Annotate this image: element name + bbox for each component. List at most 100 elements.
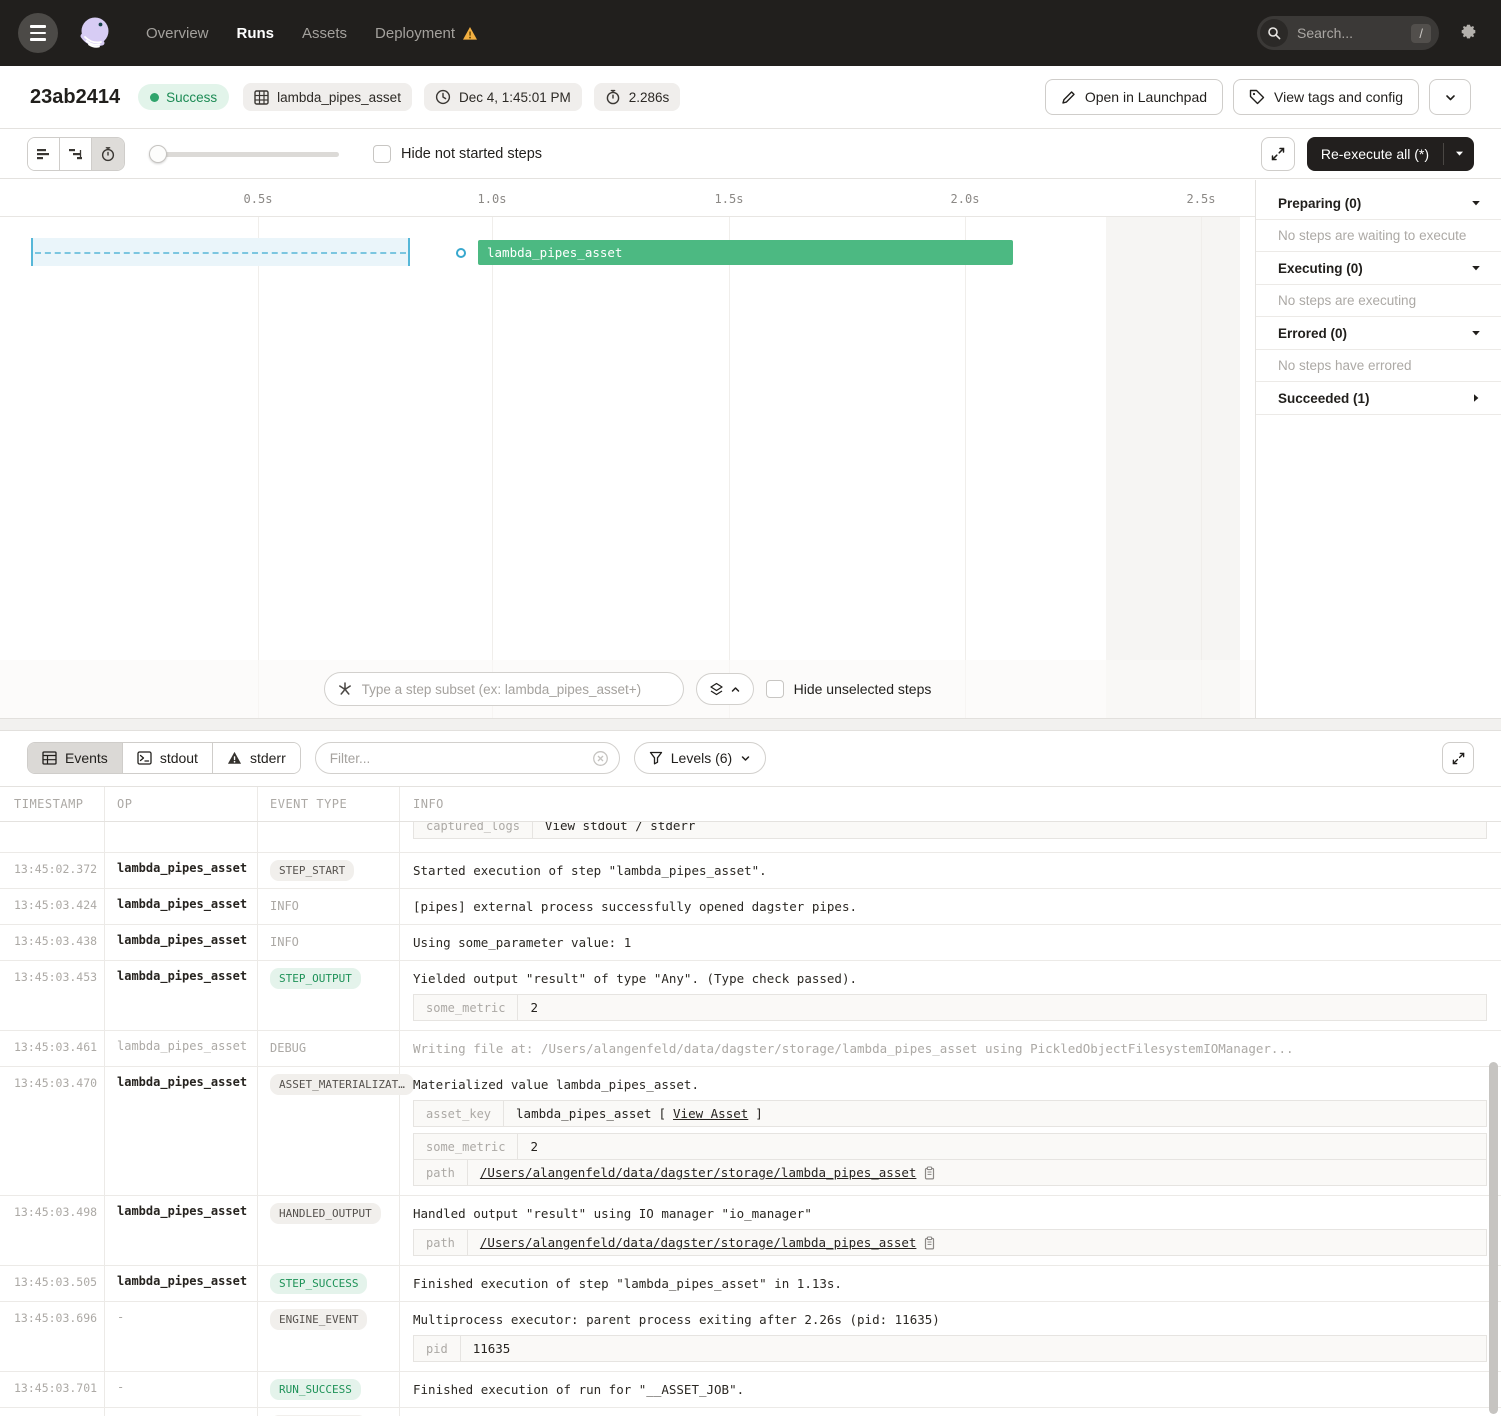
metadata-key: some_metric	[414, 1134, 518, 1159]
step-section-header-1[interactable]: Executing (0)	[1256, 252, 1501, 285]
gantt-timeline: 0.5s1.0s1.5s2.0s2.5s	[0, 180, 1255, 217]
copy-icon[interactable]	[923, 1166, 936, 1180]
event-row[interactable]: 13:45:03.498lambda_pipes_assetHANDLED_OU…	[0, 1196, 1501, 1266]
nav-item-overview[interactable]: Overview	[146, 25, 209, 42]
global-search[interactable]: /	[1257, 16, 1439, 50]
view-logs-link[interactable]: View stdout / stderr	[545, 822, 696, 833]
events-toolbar: Eventsstdout stderr Levels (6)	[0, 731, 1501, 775]
event-row[interactable]: 13:45:03.696-ENGINE_EVENTMultiprocess ex…	[0, 1302, 1501, 1372]
tab-stderr[interactable]: stderr	[213, 743, 300, 773]
event-row[interactable]: 13:45:03.505lambda_pipes_assetSTEP_SUCCE…	[0, 1266, 1501, 1302]
reexecute-all-button[interactable]: Re-execute all (*)	[1307, 137, 1474, 171]
hide-unselected-checkbox-row[interactable]: Hide unselected steps	[766, 680, 932, 698]
nav-item-runs[interactable]: Runs	[237, 25, 275, 42]
tab-events[interactable]: Events	[28, 743, 123, 773]
event-row[interactable]: 13:45:02.372lambda_pipes_assetSTEP_START…	[0, 853, 1501, 889]
metadata-text: 2	[530, 1139, 538, 1154]
col-timestamp: TIMESTAMP	[0, 787, 105, 821]
metadata-group: path/Users/alangenfeld/data/dagster/stor…	[413, 1229, 1487, 1256]
event-info: Handled output "result" using IO manager…	[400, 1196, 1501, 1265]
event-row[interactable]: 13:45:03.470lambda_pipes_assetASSET_MATE…	[0, 1067, 1501, 1196]
reexecute-caret-button[interactable]	[1444, 137, 1474, 171]
step-subset-input-wrap[interactable]	[324, 672, 684, 706]
zoom-slider-track[interactable]	[149, 152, 339, 157]
step-section-header-2[interactable]: Errored (0)	[1256, 317, 1501, 350]
panel-splitter[interactable]	[0, 718, 1501, 731]
event-timestamp: 13:45:03.438	[0, 925, 105, 960]
hide-unselected-checkbox[interactable]	[766, 680, 784, 698]
event-row[interactable]: 13:45:03.424lambda_pipes_assetINFO[pipes…	[0, 889, 1501, 925]
event-timestamp: 13:45:03.701	[0, 1372, 105, 1407]
run-actions-chevron-button[interactable]	[1429, 79, 1471, 115]
metadata-key: path	[414, 1160, 468, 1185]
metadata-link[interactable]: /Users/alangenfeld/data/dagster/storage/…	[480, 1165, 917, 1180]
event-info: Started execution of step "lambda_pipes_…	[400, 853, 1501, 888]
hamburger-menu-button[interactable]	[18, 13, 58, 53]
view-asset-link[interactable]: View Asset	[673, 1106, 748, 1121]
job-tag[interactable]: lambda_pipes_asset	[243, 83, 412, 111]
step-subset-input[interactable]	[362, 682, 671, 697]
search-input[interactable]	[1297, 25, 1411, 41]
nav-right: /	[1257, 16, 1479, 50]
settings-gear-button[interactable]	[1459, 23, 1479, 43]
col-event-type: EVENT TYPE	[258, 787, 400, 821]
nav-item-assets[interactable]: Assets	[302, 25, 347, 42]
nav-item-deployment[interactable]: Deployment	[375, 25, 478, 42]
table-icon	[42, 751, 57, 765]
event-row[interactable]: 13:45:03.701-RUN_SUCCESSFinished executi…	[0, 1372, 1501, 1408]
events-scrollbar-thumb[interactable]	[1489, 1062, 1498, 1414]
event-message: Yielded output "result" of type "Any". (…	[413, 970, 1487, 987]
step-section-subtitle: No steps are executing	[1256, 285, 1501, 317]
event-info: Finished execution of step "lambda_pipes…	[400, 1266, 1501, 1301]
caret-down-icon	[1471, 328, 1481, 338]
copy-icon[interactable]	[923, 1236, 936, 1250]
metadata-value: /Users/alangenfeld/data/dagster/storage/…	[468, 1230, 949, 1255]
view-mode-timed-icon[interactable]	[92, 138, 124, 170]
gantt-expand-button[interactable]	[1261, 137, 1295, 171]
event-type-badge: ASSET_MATERIALIZAT…	[270, 1074, 414, 1095]
metadata-key: pid	[414, 1336, 461, 1361]
layers-icon	[709, 682, 724, 697]
hide-not-started-checkbox[interactable]	[373, 145, 391, 163]
view-mode-waterfall-icon[interactable]	[60, 138, 92, 170]
metadata-group: asset_keylambda_pipes_asset[View Asset]	[413, 1100, 1487, 1127]
hide-not-started-checkbox-row[interactable]: Hide not started steps	[373, 145, 542, 163]
graph-query-toggle-button[interactable]	[696, 673, 754, 705]
tab-stdout[interactable]: stdout	[123, 743, 213, 773]
metadata-link[interactable]: /Users/alangenfeld/data/dagster/storage/…	[480, 1235, 917, 1250]
event-info: Process for run exited (pid: 11635).	[400, 1408, 1501, 1416]
log-filter[interactable]	[315, 742, 620, 774]
gantt-step-bar[interactable]: lambda_pipes_asset	[478, 240, 1013, 265]
clear-filter-icon[interactable]	[592, 750, 609, 767]
funnel-icon	[649, 751, 663, 765]
events-expand-button[interactable]	[1442, 742, 1474, 774]
view-tags-config-button[interactable]: View tags and config	[1233, 79, 1419, 115]
event-type-cell: ASSET_MATERIALIZAT…	[258, 1067, 400, 1195]
gantt-controls: Hide unselected steps	[0, 660, 1255, 718]
levels-dropdown-button[interactable]: Levels (6)	[634, 742, 766, 774]
view-mode-flat-icon[interactable]	[28, 138, 60, 170]
zoom-slider-knob[interactable]	[149, 145, 167, 163]
log-filter-input[interactable]	[330, 751, 592, 766]
event-message: Multiprocess executor: parent process ex…	[413, 1311, 1487, 1328]
event-row[interactable]: 13:45:03.453lambda_pipes_assetSTEP_OUTPU…	[0, 961, 1501, 1031]
event-row[interactable]: 13:45:03.438lambda_pipes_assetINFOUsing …	[0, 925, 1501, 961]
tab-label: stderr	[250, 750, 286, 766]
event-row[interactable]: captured_logsView stdout / stderr	[0, 822, 1501, 853]
step-section-header-0[interactable]: Preparing (0)	[1256, 187, 1501, 220]
timeline-tick-label: 0.5s	[244, 192, 273, 206]
zoom-slider[interactable]	[149, 145, 339, 163]
event-info: Multiprocess executor: parent process ex…	[400, 1302, 1501, 1371]
step-section-header-3[interactable]: Succeeded (1)	[1256, 382, 1501, 415]
event-row[interactable]: 13:45:03.716-ENGINE_EVENTProcess for run…	[0, 1408, 1501, 1416]
event-message: Finished execution of step "lambda_pipes…	[413, 1275, 1487, 1292]
open-in-launchpad-button[interactable]: Open in Launchpad	[1045, 79, 1223, 115]
op-selector-icon	[337, 681, 353, 697]
event-row[interactable]: 13:45:03.461lambda_pipes_assetDEBUGWriti…	[0, 1031, 1501, 1067]
dagster-logo-icon[interactable]	[74, 12, 116, 54]
event-type-text: INFO	[270, 896, 299, 913]
metadata-text: 11635	[473, 1341, 511, 1356]
step-waiting-range	[31, 238, 410, 266]
metadata-table: path/Users/alangenfeld/data/dagster/stor…	[413, 1159, 1487, 1186]
step-section-title: Errored (0)	[1278, 326, 1347, 341]
